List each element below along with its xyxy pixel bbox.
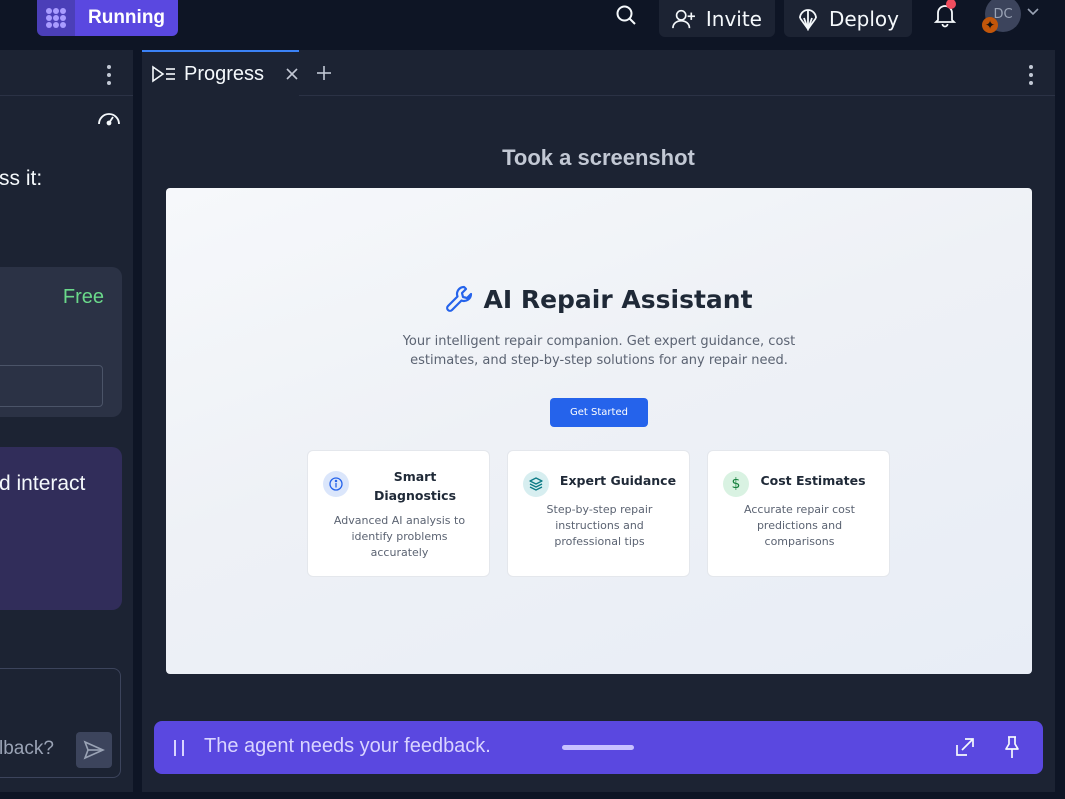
tab-more-options-icon[interactable] — [1029, 65, 1033, 85]
tab-progress-label: Progress — [184, 62, 265, 85]
left-panel-header — [0, 50, 133, 96]
invite-button[interactable]: Invite — [659, 0, 775, 37]
drag-handle[interactable] — [562, 745, 634, 750]
pin-icon[interactable] — [1004, 735, 1020, 759]
feedback-message: The agent needs your feedback. — [204, 735, 491, 757]
pause-icon[interactable] — [173, 739, 185, 757]
chat-text-fragment-1: ss it: — [0, 167, 43, 190]
replit-logo-icon — [37, 0, 75, 36]
progress-step-heading: Took a screenshot — [502, 145, 695, 170]
app-description-line-2: estimates, and step-by-step solutions fo… — [410, 353, 788, 368]
close-icon[interactable] — [286, 68, 298, 80]
invite-label: Invite — [705, 6, 762, 31]
chat-input-placeholder: lback? — [0, 738, 54, 759]
info-icon — [323, 471, 349, 497]
feature-description: Step-by-step repair instructions and pro… — [520, 502, 679, 550]
screenshot-preview[interactable]: AI Repair Assistant Your intelligent rep… — [166, 188, 1032, 674]
app-title: AI Repair Assistant — [166, 284, 1032, 314]
avatar-badge: ✦ — [982, 17, 998, 33]
app-description: Your intelligent repair companion. Get e… — [166, 332, 1032, 370]
run-status-button[interactable]: Running — [37, 0, 179, 36]
feature-title: Cost Estimates — [760, 473, 866, 488]
add-user-icon — [672, 9, 695, 28]
feature-description-line-3: accurately — [370, 546, 429, 559]
send-icon — [83, 740, 105, 760]
get-started-button[interactable]: Get Started — [550, 398, 648, 427]
feature-title-line-2: Diagnostics — [373, 488, 457, 503]
plan-card: Free — [0, 267, 122, 417]
feature-title: Expert Guidance — [559, 473, 677, 488]
deploy-icon — [799, 8, 817, 31]
feature-card-smart-diagnostics: Smart Diagnostics Advanced AI analysis t… — [307, 450, 490, 577]
tab-bar: Progress — [142, 50, 1055, 96]
feature-card-expert-guidance: Expert Guidance Step-by-step repair inst… — [507, 450, 690, 577]
speed-gauge-icon[interactable] — [97, 110, 121, 126]
feature-description-line-3: comparisons — [764, 535, 835, 548]
chat-input-box[interactable]: lback? — [0, 668, 121, 778]
expand-icon[interactable] — [955, 737, 975, 757]
deploy-label: Deploy — [828, 6, 899, 31]
feature-title: Smart Diagnostics — [360, 467, 470, 505]
feature-description-line-1: Advanced AI analysis to — [333, 514, 466, 527]
app-title-text: AI Repair Assistant — [483, 284, 753, 314]
feedback-bar[interactable]: The agent needs your feedback. — [154, 721, 1043, 774]
feature-description-line-1: Accurate repair cost — [744, 503, 855, 516]
top-bar: Running Invite Deploy DC ✦ — [0, 0, 1065, 48]
feature-title-line-1: Smart — [393, 469, 437, 484]
wrench-icon — [446, 285, 473, 312]
tab-progress[interactable]: Progress — [142, 50, 299, 96]
left-chat-panel: ss it: Free d interact lback? — [0, 50, 133, 792]
send-button[interactable] — [76, 732, 112, 768]
chat-text-fragment-2: d interact — [0, 472, 86, 495]
run-status-label: Running — [75, 0, 179, 36]
feature-description-line-2: predictions and — [756, 519, 843, 532]
progress-icon — [152, 65, 175, 83]
feature-description-line-2: identify problems — [351, 530, 448, 543]
chevron-down-icon — [1027, 8, 1039, 16]
layers-icon — [523, 471, 549, 497]
deploy-button[interactable]: Deploy — [784, 0, 912, 37]
feature-card-cost-estimates: $ Cost Estimates Accurate repair cost pr… — [707, 450, 890, 577]
more-options-icon[interactable] — [107, 65, 111, 85]
plan-input-field[interactable] — [0, 365, 103, 407]
feature-description-line-3: professional tips — [554, 535, 645, 548]
user-menu[interactable]: DC ✦ — [982, 0, 1042, 33]
agent-message-card: d interact — [0, 447, 122, 610]
feature-description-line-2: instructions and — [555, 519, 644, 532]
feature-description: Advanced AI analysis to identify problem… — [320, 513, 479, 561]
notifications-bell-icon[interactable] — [932, 0, 958, 30]
dollar-icon: $ — [723, 471, 749, 497]
search-icon[interactable] — [612, 0, 640, 30]
new-tab-plus-icon[interactable] — [316, 65, 332, 81]
feature-description: Accurate repair cost predictions and com… — [720, 502, 879, 550]
feature-description-line-1: Step-by-step repair — [546, 503, 653, 516]
progress-panel: Progress Took a screenshot AI Repair Ass… — [142, 50, 1055, 792]
app-description-line-1: Your intelligent repair companion. Get e… — [402, 334, 796, 349]
free-label: Free — [62, 286, 104, 308]
